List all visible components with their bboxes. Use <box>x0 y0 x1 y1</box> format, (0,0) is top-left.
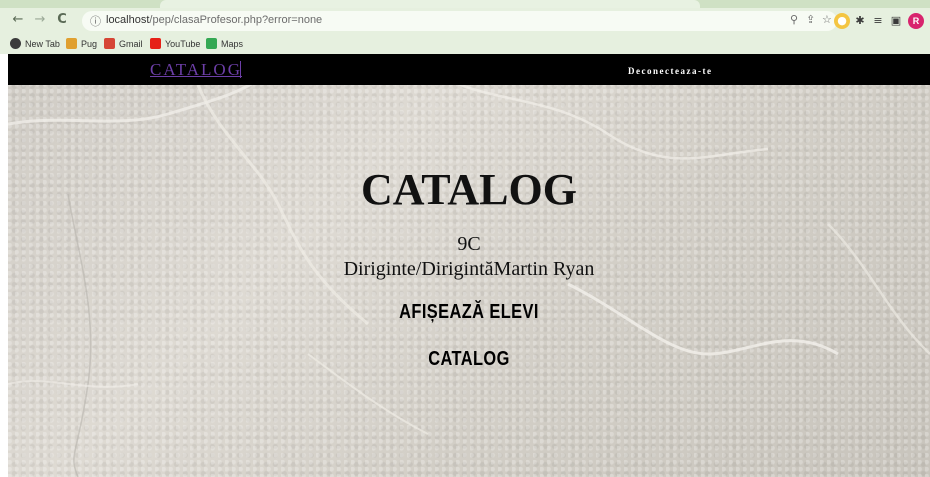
bookmark-label: Gmail <box>119 39 143 49</box>
gmail-icon <box>104 38 115 49</box>
tab-strip <box>0 0 930 8</box>
bookmark-maps[interactable]: Maps <box>206 37 243 51</box>
brand-link[interactable]: CATALOG <box>150 60 242 80</box>
url-path: /pep/clasaProfesor.php?error=none <box>149 14 323 26</box>
reading-list-icon[interactable]: ≡ <box>870 13 886 29</box>
site-navbar: CATALOG Deconecteaza-te <box>8 54 930 85</box>
maps-icon <box>206 38 217 49</box>
bookmark-gmail[interactable]: Gmail <box>104 37 143 51</box>
bookmark-label: Pug <box>81 39 98 49</box>
homeroom-teacher: Diriginte/DirigintăMartin Ryan <box>343 258 595 280</box>
back-arrow-icon[interactable]: ← <box>10 12 26 28</box>
bookmark-new-tab[interactable]: New Tab <box>10 37 60 51</box>
bookmark-pug[interactable]: Pug <box>66 37 97 51</box>
page-viewport: CATALOG Deconecteaza-te CATALOG 9C Dirig… <box>8 54 930 477</box>
logout-link[interactable]: Deconecteaza-te <box>628 66 712 76</box>
forward-arrow-icon[interactable]: → <box>32 12 48 28</box>
youtube-icon <box>150 38 161 49</box>
bookmark-label: YouTube <box>165 39 201 49</box>
show-students-button[interactable]: AFIȘEAZĂ ELEVI <box>91 301 847 324</box>
share-icon[interactable]: ⇪ <box>806 13 815 26</box>
info-icon[interactable]: ⓘ <box>90 13 101 29</box>
page-title: CATALOG <box>361 165 577 214</box>
browser-toolbar: ← → C ⓘ localhost/pep/clasaProfesor.php?… <box>0 8 930 34</box>
active-tab[interactable] <box>160 0 700 8</box>
profile-avatar[interactable]: R <box>908 13 924 29</box>
catalog-button[interactable]: CATALOG <box>91 348 847 371</box>
address-bar[interactable]: ⓘ localhost/pep/clasaProfesor.php?error=… <box>82 11 837 31</box>
bookmark-star-icon[interactable]: ☆ <box>822 13 832 26</box>
bookmark-label: Maps <box>221 39 244 49</box>
bookmark-youtube[interactable]: YouTube <box>150 37 200 51</box>
bookmark-label: New Tab <box>25 39 60 49</box>
address-url[interactable]: localhost/pep/clasaProfesor.php?error=no… <box>106 14 322 26</box>
browser-chrome: ← → C ⓘ localhost/pep/clasaProfesor.php?… <box>0 0 930 54</box>
bookmarks-bar: New Tab Pug Gmail YouTube Maps <box>0 34 930 54</box>
pug-icon <box>66 38 77 49</box>
zoom-icon[interactable]: ⚲ <box>790 13 798 26</box>
side-panel-icon[interactable]: ▣ <box>888 13 904 29</box>
class-name: 9C <box>457 233 481 255</box>
extension-yellow-icon[interactable]: ● <box>834 13 850 29</box>
text-caret <box>240 61 241 78</box>
extensions-puzzle-icon[interactable]: ✱ <box>852 13 868 29</box>
url-host: localhost <box>106 14 150 26</box>
globe-icon <box>10 38 21 49</box>
reload-icon[interactable]: C <box>54 12 70 28</box>
